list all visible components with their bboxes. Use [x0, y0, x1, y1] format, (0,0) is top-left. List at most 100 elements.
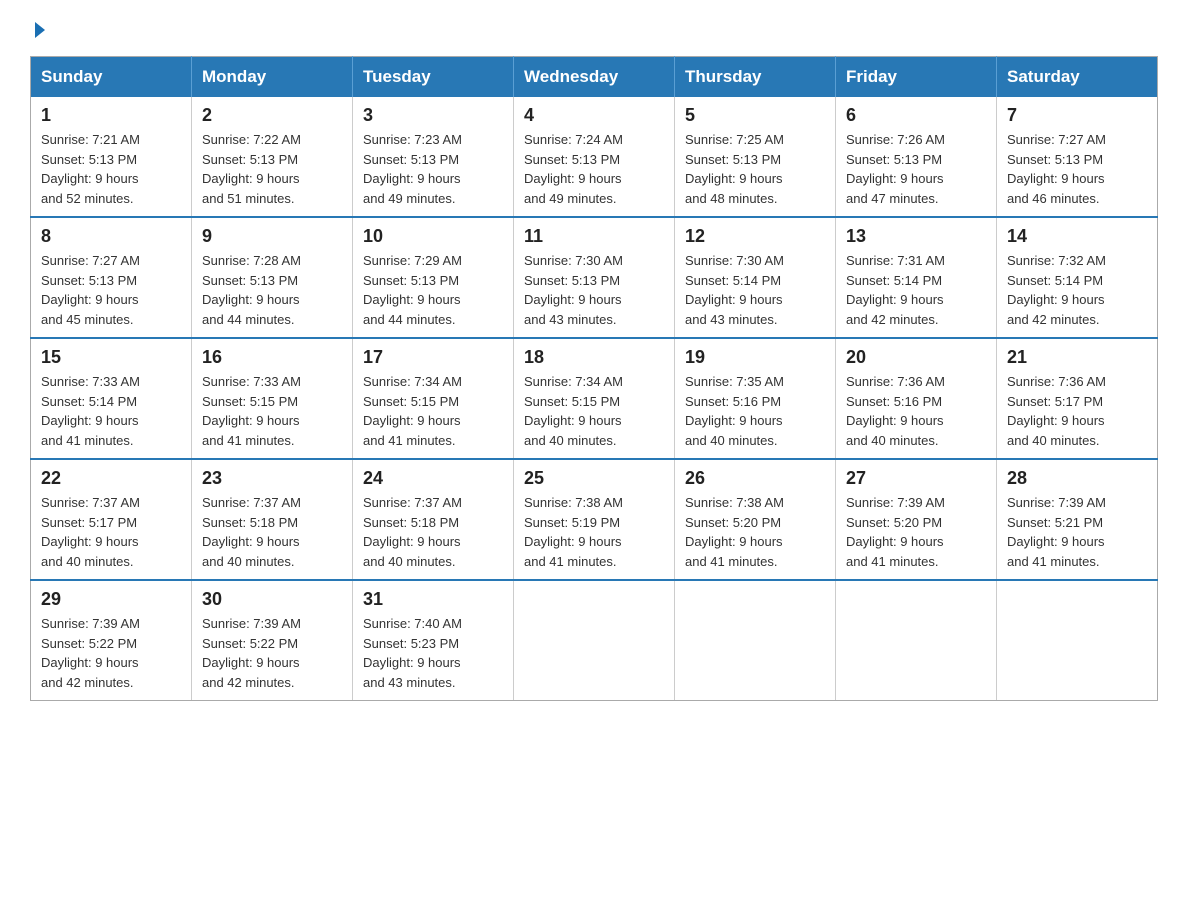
day-info: Sunrise: 7:33 AMSunset: 5:15 PMDaylight:… [202, 372, 342, 450]
calendar-cell: 10 Sunrise: 7:29 AMSunset: 5:13 PMDayligh… [353, 217, 514, 338]
day-number: 25 [524, 468, 664, 489]
day-number: 27 [846, 468, 986, 489]
calendar-cell: 9 Sunrise: 7:28 AMSunset: 5:13 PMDaylight… [192, 217, 353, 338]
day-number: 26 [685, 468, 825, 489]
weekday-header: Monday [192, 57, 353, 98]
calendar-cell: 7Sunrise: 7:27 AMSunset: 5:13 PMDaylight… [997, 97, 1158, 217]
weekday-header: Saturday [997, 57, 1158, 98]
day-number: 31 [363, 589, 503, 610]
calendar-cell: 1 Sunrise: 7:21 AMSunset: 5:13 PMDaylight… [31, 97, 192, 217]
day-info: Sunrise: 7:31 AMSunset: 5:14 PMDaylight:… [846, 251, 986, 329]
calendar-cell: 3 Sunrise: 7:23 AMSunset: 5:13 PMDaylight… [353, 97, 514, 217]
calendar-cell: 8 Sunrise: 7:27 AMSunset: 5:13 PMDaylight… [31, 217, 192, 338]
day-number: 24 [363, 468, 503, 489]
calendar-cell: 26 Sunrise: 7:38 AMSunset: 5:20 PMDayligh… [675, 459, 836, 580]
day-info: Sunrise: 7:39 AMSunset: 5:20 PMDaylight:… [846, 493, 986, 571]
day-number: 16 [202, 347, 342, 368]
calendar-cell: 25Sunrise: 7:38 AMSunset: 5:19 PMDayligh… [514, 459, 675, 580]
day-number: 2 [202, 105, 342, 126]
calendar-cell: 30 Sunrise: 7:39 AMSunset: 5:22 PMDayligh… [192, 580, 353, 701]
calendar-week-row: 8 Sunrise: 7:27 AMSunset: 5:13 PMDaylight… [31, 217, 1158, 338]
day-number: 1 [41, 105, 181, 126]
day-info: Sunrise: 7:28 AMSunset: 5:13 PMDaylight:… [202, 251, 342, 329]
day-info: Sunrise: 7:26 AMSunset: 5:13 PMDaylight:… [846, 130, 986, 208]
calendar-cell: 29 Sunrise: 7:39 AMSunset: 5:22 PMDayligh… [31, 580, 192, 701]
calendar-cell: 21 Sunrise: 7:36 AMSunset: 5:17 PMDayligh… [997, 338, 1158, 459]
day-info: Sunrise: 7:22 AMSunset: 5:13 PMDaylight:… [202, 130, 342, 208]
day-info: Sunrise: 7:29 AMSunset: 5:13 PMDaylight:… [363, 251, 503, 329]
calendar-cell: 6 Sunrise: 7:26 AMSunset: 5:13 PMDaylight… [836, 97, 997, 217]
calendar-cell: 22 Sunrise: 7:37 AMSunset: 5:17 PMDayligh… [31, 459, 192, 580]
day-info: Sunrise: 7:34 AMSunset: 5:15 PMDaylight:… [363, 372, 503, 450]
day-number: 3 [363, 105, 503, 126]
weekday-header: Wednesday [514, 57, 675, 98]
calendar-cell: 4 Sunrise: 7:24 AMSunset: 5:13 PMDaylight… [514, 97, 675, 217]
day-info: Sunrise: 7:37 AMSunset: 5:18 PMDaylight:… [363, 493, 503, 571]
day-number: 8 [41, 226, 181, 247]
day-number: 30 [202, 589, 342, 610]
day-number: 15 [41, 347, 181, 368]
calendar-table: SundayMondayTuesdayWednesdayThursdayFrid… [30, 56, 1158, 701]
calendar-week-row: 1 Sunrise: 7:21 AMSunset: 5:13 PMDaylight… [31, 97, 1158, 217]
day-info: Sunrise: 7:21 AMSunset: 5:13 PMDaylight:… [41, 130, 181, 208]
day-info: Sunrise: 7:34 AMSunset: 5:15 PMDaylight:… [524, 372, 664, 450]
day-number: 29 [41, 589, 181, 610]
logo-arrow-icon [35, 22, 45, 38]
calendar-cell: 15 Sunrise: 7:33 AMSunset: 5:14 PMDayligh… [31, 338, 192, 459]
day-info: Sunrise: 7:36 AMSunset: 5:17 PMDaylight:… [1007, 372, 1147, 450]
day-info: Sunrise: 7:39 AMSunset: 5:22 PMDaylight:… [202, 614, 342, 692]
calendar-week-row: 29 Sunrise: 7:39 AMSunset: 5:22 PMDayligh… [31, 580, 1158, 701]
day-number: 9 [202, 226, 342, 247]
day-info: Sunrise: 7:38 AMSunset: 5:20 PMDaylight:… [685, 493, 825, 571]
day-info: Sunrise: 7:33 AMSunset: 5:14 PMDaylight:… [41, 372, 181, 450]
day-number: 17 [363, 347, 503, 368]
calendar-cell [675, 580, 836, 701]
calendar-cell: 13 Sunrise: 7:31 AMSunset: 5:14 PMDayligh… [836, 217, 997, 338]
day-info: Sunrise: 7:25 AMSunset: 5:13 PMDaylight:… [685, 130, 825, 208]
day-info: Sunrise: 7:37 AMSunset: 5:18 PMDaylight:… [202, 493, 342, 571]
day-number: 21 [1007, 347, 1147, 368]
weekday-header: Sunday [31, 57, 192, 98]
weekday-header-row: SundayMondayTuesdayWednesdayThursdayFrid… [31, 57, 1158, 98]
day-number: 23 [202, 468, 342, 489]
day-number: 6 [846, 105, 986, 126]
calendar-week-row: 15 Sunrise: 7:33 AMSunset: 5:14 PMDayligh… [31, 338, 1158, 459]
day-info: Sunrise: 7:32 AMSunset: 5:14 PMDaylight:… [1007, 251, 1147, 329]
weekday-header: Tuesday [353, 57, 514, 98]
weekday-header: Thursday [675, 57, 836, 98]
day-number: 4 [524, 105, 664, 126]
calendar-cell: 27 Sunrise: 7:39 AMSunset: 5:20 PMDayligh… [836, 459, 997, 580]
day-info: Sunrise: 7:35 AMSunset: 5:16 PMDaylight:… [685, 372, 825, 450]
day-info: Sunrise: 7:30 AMSunset: 5:13 PMDaylight:… [524, 251, 664, 329]
day-info: Sunrise: 7:37 AMSunset: 5:17 PMDaylight:… [41, 493, 181, 571]
day-info: Sunrise: 7:39 AMSunset: 5:22 PMDaylight:… [41, 614, 181, 692]
logo [30, 20, 45, 38]
day-number: 10 [363, 226, 503, 247]
calendar-cell: 11Sunrise: 7:30 AMSunset: 5:13 PMDayligh… [514, 217, 675, 338]
page-header [30, 20, 1158, 38]
calendar-cell: 19 Sunrise: 7:35 AMSunset: 5:16 PMDayligh… [675, 338, 836, 459]
calendar-cell: 28Sunrise: 7:39 AMSunset: 5:21 PMDayligh… [997, 459, 1158, 580]
calendar-cell: 31 Sunrise: 7:40 AMSunset: 5:23 PMDayligh… [353, 580, 514, 701]
calendar-cell: 5Sunrise: 7:25 AMSunset: 5:13 PMDaylight… [675, 97, 836, 217]
day-number: 14 [1007, 226, 1147, 247]
day-number: 13 [846, 226, 986, 247]
day-info: Sunrise: 7:39 AMSunset: 5:21 PMDaylight:… [1007, 493, 1147, 571]
day-number: 18 [524, 347, 664, 368]
day-info: Sunrise: 7:27 AMSunset: 5:13 PMDaylight:… [41, 251, 181, 329]
calendar-cell [997, 580, 1158, 701]
calendar-cell: 16 Sunrise: 7:33 AMSunset: 5:15 PMDayligh… [192, 338, 353, 459]
day-info: Sunrise: 7:36 AMSunset: 5:16 PMDaylight:… [846, 372, 986, 450]
calendar-cell: 2 Sunrise: 7:22 AMSunset: 5:13 PMDaylight… [192, 97, 353, 217]
day-info: Sunrise: 7:40 AMSunset: 5:23 PMDaylight:… [363, 614, 503, 692]
day-number: 19 [685, 347, 825, 368]
calendar-cell: 18 Sunrise: 7:34 AMSunset: 5:15 PMDayligh… [514, 338, 675, 459]
calendar-cell: 20 Sunrise: 7:36 AMSunset: 5:16 PMDayligh… [836, 338, 997, 459]
day-info: Sunrise: 7:24 AMSunset: 5:13 PMDaylight:… [524, 130, 664, 208]
day-info: Sunrise: 7:23 AMSunset: 5:13 PMDaylight:… [363, 130, 503, 208]
calendar-cell: 24 Sunrise: 7:37 AMSunset: 5:18 PMDayligh… [353, 459, 514, 580]
day-info: Sunrise: 7:27 AMSunset: 5:13 PMDaylight:… [1007, 130, 1147, 208]
day-info: Sunrise: 7:30 AMSunset: 5:14 PMDaylight:… [685, 251, 825, 329]
day-number: 22 [41, 468, 181, 489]
day-number: 20 [846, 347, 986, 368]
